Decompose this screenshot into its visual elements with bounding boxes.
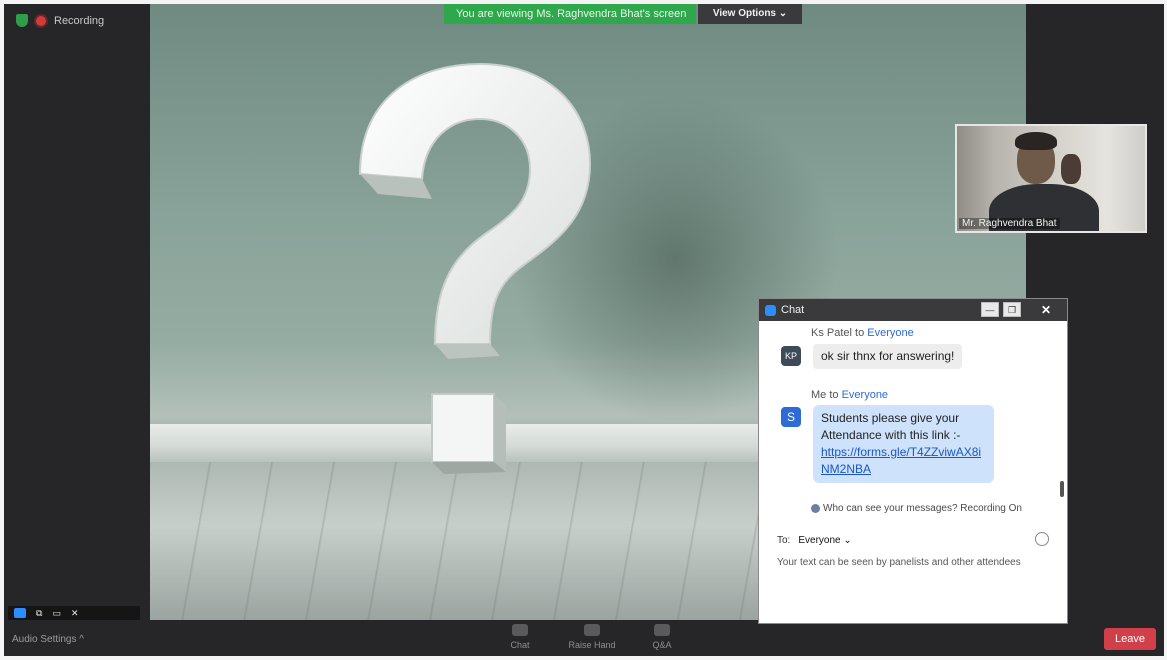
- recipient-dropdown[interactable]: Everyone ⌄: [798, 535, 851, 546]
- minimize-icon[interactable]: —: [981, 302, 999, 317]
- message-line: Students please give your: [821, 411, 960, 425]
- meeting-window: Recording You are viewing Ms. Raghvendra…: [4, 4, 1164, 656]
- close-icon[interactable]: ✕: [71, 608, 79, 619]
- chat-logo-icon: [765, 304, 776, 316]
- chat-panel: Chat — ❐ ✕ Ks Patel to Everyone KP ok si…: [758, 298, 1068, 624]
- person-icon: [811, 503, 820, 513]
- shield-icon: [16, 14, 28, 27]
- recording-label: Recording: [54, 14, 105, 27]
- avatar: KP: [781, 346, 801, 366]
- participant-video-tile[interactable]: Mr. Raghvendra Bhat: [955, 124, 1147, 233]
- screen-share-banner: You are viewing Ms. Raghvendra Bhat's sc…: [444, 4, 696, 24]
- chat-titlebar[interactable]: Chat — ❐ ✕: [759, 299, 1067, 321]
- message-recipient: Everyone: [867, 327, 914, 339]
- recipient-selector[interactable]: To: Everyone ⌄: [777, 535, 852, 546]
- message-header: Ks Patel to Everyone: [811, 327, 914, 339]
- chat-input[interactable]: Your text can be seen by panelists and o…: [777, 557, 1021, 568]
- qa-button-label: Q&A: [652, 640, 672, 650]
- raise-hand-button[interactable]: Raise Hand: [562, 624, 622, 650]
- chat-message: ok sir thnx for answering!: [813, 344, 963, 369]
- chat-icon: [512, 624, 528, 636]
- message-to-word: to: [851, 327, 868, 339]
- to-label: To:: [777, 535, 791, 546]
- hand-icon: [584, 624, 600, 636]
- mini-window-controls[interactable]: ⧉ ▭ ✕: [8, 606, 140, 620]
- pop-out-icon[interactable]: ⧉: [36, 608, 42, 619]
- participant-hand: [1061, 154, 1081, 184]
- message-recipient: Everyone: [841, 389, 889, 401]
- chat-button[interactable]: Chat: [490, 624, 550, 650]
- participant-hair: [1015, 132, 1057, 150]
- message-sender: Me: [811, 389, 827, 401]
- message-to-word: to: [826, 389, 842, 401]
- privacy-note-text: Who can see your messages? Recording On: [823, 503, 1022, 514]
- message-header: Me to Everyone: [811, 389, 888, 401]
- view-options-button[interactable]: View Options ⌄: [698, 4, 802, 24]
- message-sender: Ks Patel: [811, 327, 852, 339]
- chat-scrollbar[interactable]: [1060, 481, 1064, 497]
- message-line: Attendance with this link :-: [821, 428, 961, 442]
- chat-message: Students please give your Attendance wit…: [813, 405, 994, 483]
- chat-button-label: Chat: [510, 640, 530, 650]
- share-icon[interactable]: [14, 608, 26, 618]
- audio-settings-button[interactable]: Audio Settings ^: [12, 634, 84, 645]
- qa-icon: [654, 624, 670, 636]
- raise-hand-label: Raise Hand: [568, 640, 616, 650]
- privacy-note[interactable]: Who can see your messages? Recording On: [811, 503, 1022, 514]
- recording-indicator[interactable]: Recording: [16, 14, 104, 27]
- emoji-icon[interactable]: [1035, 532, 1049, 546]
- maximize-icon[interactable]: ▭: [52, 608, 61, 619]
- qa-button[interactable]: Q&A: [632, 624, 692, 650]
- restore-icon[interactable]: ❐: [1003, 302, 1021, 317]
- leave-button[interactable]: Leave: [1104, 628, 1156, 650]
- avatar: S: [781, 407, 801, 427]
- participant-name: Mr. Raghvendra Bhat: [959, 218, 1060, 229]
- question-mark-image: [358, 62, 592, 474]
- close-icon[interactable]: ✕: [1025, 299, 1067, 321]
- record-dot-icon: [36, 15, 46, 26]
- attendance-link[interactable]: https://forms.gle/T4ZZviwAX8iNM2NBA: [821, 445, 981, 476]
- chat-title: Chat: [781, 304, 805, 316]
